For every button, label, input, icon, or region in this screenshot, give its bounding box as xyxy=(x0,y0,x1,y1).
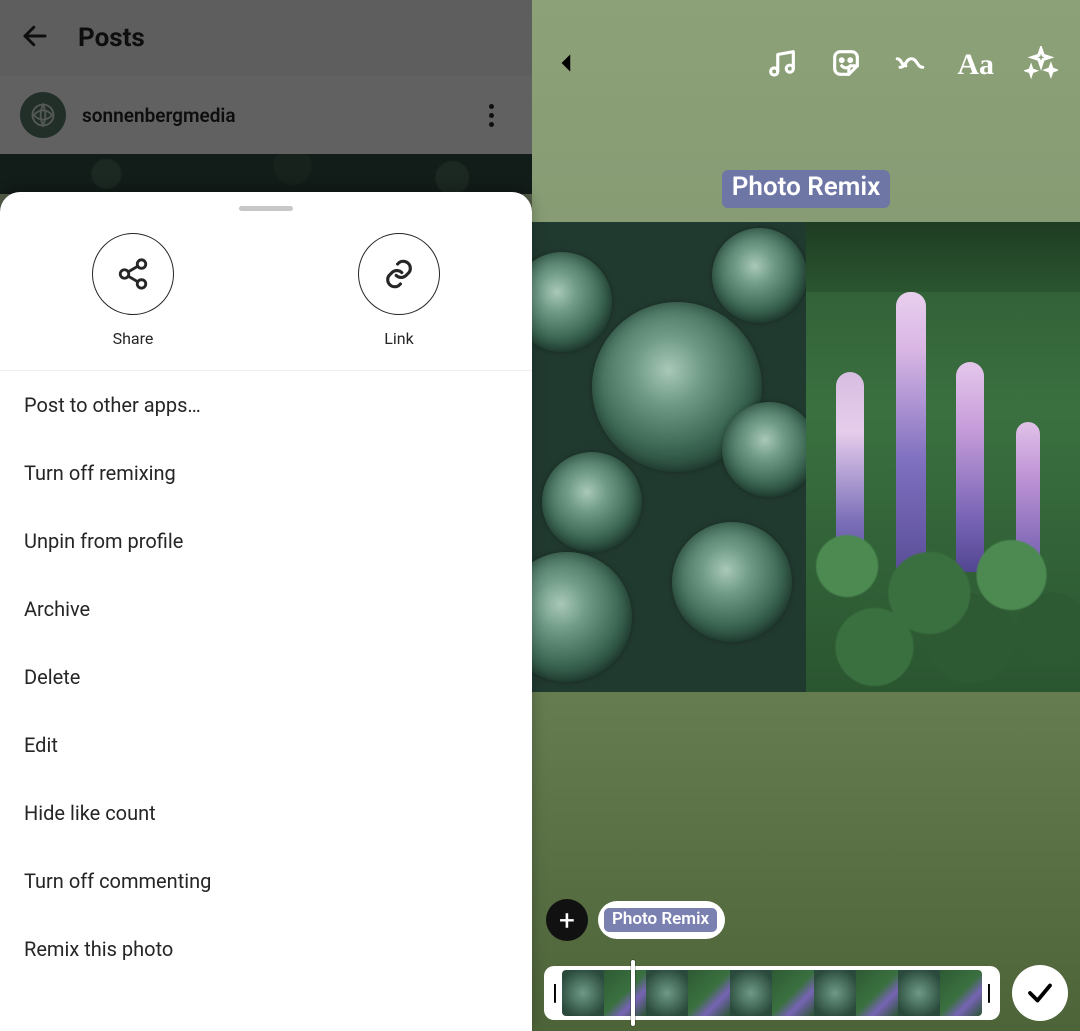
back-arrow-icon[interactable] xyxy=(20,21,50,55)
menu-turn-off-commenting[interactable]: Turn off commenting xyxy=(0,847,532,915)
page-title: Posts xyxy=(78,23,145,53)
username-label: sonnenbergmedia xyxy=(82,104,454,127)
options-menu: Post to other apps… Turn off remixing Un… xyxy=(0,371,532,1031)
back-chevron-icon[interactable] xyxy=(554,50,580,80)
photo-remix-chip[interactable]: Photo Remix xyxy=(598,901,725,939)
avatar[interactable] xyxy=(20,92,66,138)
menu-unpin-profile[interactable]: Unpin from profile xyxy=(0,507,532,575)
music-icon[interactable] xyxy=(765,46,799,84)
timeline-playhead[interactable] xyxy=(631,960,635,1026)
menu-delete[interactable]: Delete xyxy=(0,643,532,711)
share-action[interactable]: Share xyxy=(92,233,174,348)
post-options-sheet: Share Link Post to other apps… Turn off … xyxy=(0,192,532,1031)
effects-icon[interactable] xyxy=(893,46,927,84)
menu-turn-off-remixing[interactable]: Turn off remixing xyxy=(0,439,532,507)
photo-remix-tag[interactable]: Photo Remix xyxy=(722,170,891,208)
done-button[interactable] xyxy=(1012,965,1068,1021)
more-options-icon[interactable] xyxy=(470,104,512,127)
sheet-grabber[interactable] xyxy=(239,206,293,211)
sparkle-icon[interactable] xyxy=(1024,46,1058,84)
link-action[interactable]: Link xyxy=(358,233,440,348)
post-image-preview xyxy=(0,154,532,194)
text-tool-icon[interactable]: Aa xyxy=(957,48,994,82)
photo-remix-chip-label: Photo Remix xyxy=(604,908,717,932)
clip-timeline[interactable]: | | xyxy=(544,966,1000,1020)
timeline-thumbnails xyxy=(562,970,982,1016)
share-icon xyxy=(92,233,174,315)
story-editor-toolbar: Aa xyxy=(532,0,1080,100)
menu-archive[interactable]: Archive xyxy=(0,575,532,643)
menu-post-other-apps[interactable]: Post to other apps… xyxy=(0,371,532,439)
posts-header: Posts xyxy=(0,0,532,76)
remix-photo-original xyxy=(532,222,806,692)
menu-remix-this-photo[interactable]: Remix this photo xyxy=(0,915,532,983)
link-icon xyxy=(358,233,440,315)
account-row[interactable]: sonnenbergmedia xyxy=(0,76,532,154)
sticker-icon[interactable] xyxy=(829,46,863,84)
menu-hide-like-count[interactable]: Hide like count xyxy=(0,779,532,847)
remix-photo-user xyxy=(806,222,1080,692)
timeline-trim-right[interactable]: | xyxy=(982,970,996,1016)
remix-preview[interactable] xyxy=(532,222,1080,692)
link-label: Link xyxy=(384,329,413,348)
timeline-trim-left[interactable]: | xyxy=(548,970,562,1016)
share-label: Share xyxy=(113,329,154,348)
add-clip-button[interactable]: + xyxy=(546,899,588,941)
menu-edit[interactable]: Edit xyxy=(0,711,532,779)
